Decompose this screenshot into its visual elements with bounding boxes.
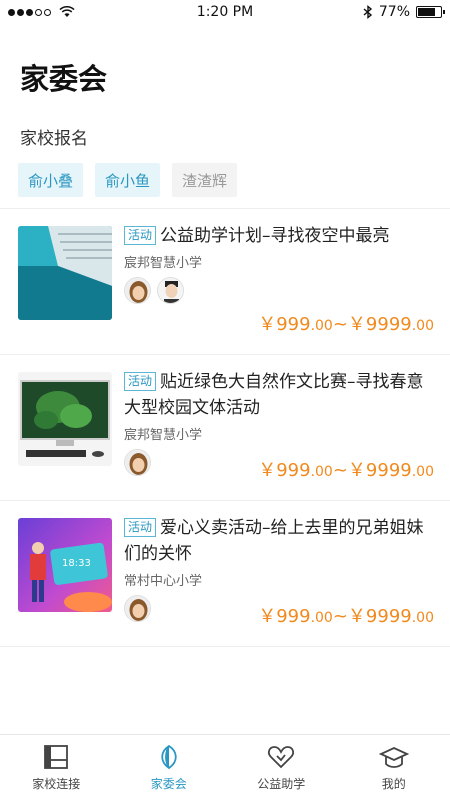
- tab-label: 家校连接: [32, 777, 81, 791]
- price-range: ￥999.00~￥9999.00: [258, 456, 434, 482]
- tab-label: 家委会: [150, 777, 187, 791]
- price-max-decimal: .00: [411, 464, 434, 480]
- activity-title: 贴近绿色大自然作文比赛–寻找春意大型校园文体活动: [124, 372, 424, 418]
- leaf-icon: [161, 744, 177, 770]
- tab-label: 公益助学: [257, 777, 306, 791]
- price-min-decimal: .00: [310, 610, 333, 626]
- child-chip[interactable]: 俞小叠: [18, 163, 84, 197]
- activity-thumbnail: [18, 372, 112, 466]
- tab-mine[interactable]: 我的: [338, 735, 450, 800]
- tab-home-connect[interactable]: 家校连接: [0, 735, 113, 800]
- price-range: ￥999.00~￥9999.00: [258, 310, 434, 336]
- home-connect-icon: [44, 745, 69, 769]
- avatar: [157, 277, 184, 304]
- currency: ￥: [258, 460, 277, 481]
- price-separator: ~: [332, 606, 348, 627]
- price-min: 999: [276, 314, 311, 335]
- activity-card[interactable]: 18:33 活动 爱心义卖活动–给上去里的兄弟姐妹们的关怀 常村中心小学 ￥999…: [0, 501, 450, 647]
- price-max: 9999: [365, 606, 412, 627]
- activity-thumbnail: [18, 226, 112, 320]
- activity-list: 活动 公益助学计划–寻找夜空中最亮 宸邦智慧小学 ￥999.00~￥9999.00: [0, 209, 450, 647]
- price-max: 9999: [365, 314, 412, 335]
- child-chips: 俞小叠 俞小鱼 渣渣辉: [18, 163, 238, 197]
- activity-thumbnail: 18:33: [18, 518, 112, 612]
- avatar: [124, 277, 151, 304]
- activity-card[interactable]: 活动 公益助学计划–寻找夜空中最亮 宸邦智慧小学 ￥999.00~￥9999.00: [0, 209, 450, 355]
- avatar: [124, 595, 151, 622]
- child-chip[interactable]: 渣渣辉: [172, 163, 238, 197]
- currency: ￥: [347, 606, 366, 627]
- activity-title: 公益助学计划–寻找夜空中最亮: [160, 226, 390, 246]
- price-min-decimal: .00: [310, 318, 333, 334]
- avatar: [124, 449, 151, 476]
- tab-label: 我的: [381, 777, 406, 791]
- participant-avatars: [124, 277, 434, 304]
- price-min: 999: [276, 606, 311, 627]
- tab-bar: 家校连接 家委会 公益助学 我的: [0, 734, 450, 800]
- graduation-cap-icon: [378, 747, 409, 768]
- price-max-decimal: .00: [411, 610, 434, 626]
- activity-tag: 活动: [124, 226, 157, 245]
- currency: ￥: [347, 460, 366, 481]
- battery-percent: 77%: [378, 4, 410, 20]
- currency: ￥: [258, 606, 277, 627]
- heart-icon: [268, 746, 295, 769]
- price-range: ￥999.00~￥9999.00: [258, 602, 434, 628]
- svg-text:18:33: 18:33: [62, 558, 91, 569]
- currency: ￥: [347, 314, 366, 335]
- price-max-decimal: .00: [411, 318, 434, 334]
- battery-icon: [416, 6, 445, 18]
- price-separator: ~: [332, 314, 348, 335]
- activity-card[interactable]: 活动 贴近绿色大自然作文比赛–寻找春意大型校园文体活动 宸邦智慧小学 ￥999.0…: [0, 355, 450, 501]
- page-title: 家委会: [20, 62, 108, 96]
- section-title: 家校报名: [20, 129, 88, 149]
- school-name: 常村中心小学: [124, 574, 203, 589]
- battery-fill: [418, 8, 435, 16]
- tab-charity[interactable]: 公益助学: [225, 735, 338, 800]
- price-max: 9999: [365, 460, 412, 481]
- price-separator: ~: [332, 460, 348, 481]
- school-name: 宸邦智慧小学: [124, 256, 203, 271]
- price-min-decimal: .00: [310, 464, 333, 480]
- currency: ￥: [258, 314, 277, 335]
- activity-title: 爱心义卖活动–给上去里的兄弟姐妹们的关怀: [124, 518, 424, 564]
- child-chip[interactable]: 俞小鱼: [95, 163, 161, 197]
- tab-committee[interactable]: 家委会: [113, 735, 226, 800]
- school-name: 宸邦智慧小学: [124, 428, 203, 443]
- price-min: 999: [276, 460, 311, 481]
- status-bar: 1:20 PM 77%: [0, 0, 450, 26]
- activity-tag: 活动: [124, 518, 157, 537]
- activity-tag: 活动: [124, 372, 157, 391]
- bluetooth-icon: [363, 5, 372, 19]
